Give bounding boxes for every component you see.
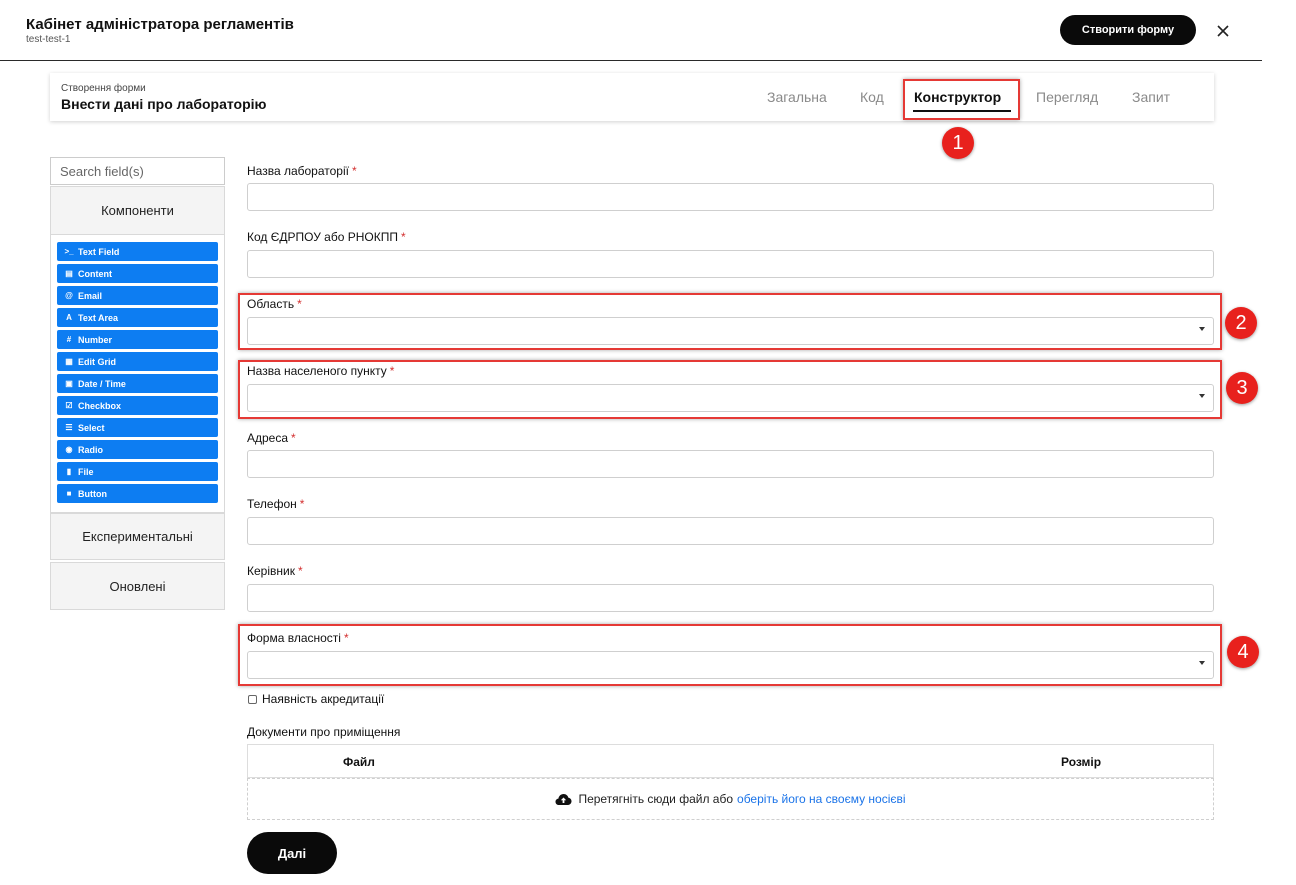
component-email[interactable]: @ Email [57,286,218,305]
close-icon[interactable] [1213,21,1233,41]
list-icon: ☰ [65,423,73,432]
cloud-upload-icon [555,793,572,806]
app-title: Кабінет адміністратора регламентів [26,16,294,33]
breadcrumb: Створення форми [61,83,146,94]
calendar-icon: ▣ [65,379,73,388]
annotation-badge-2: 2 [1225,307,1257,339]
edrpou-label: Код ЄДРПОУ або РНОКПП * [247,230,406,244]
component-label: Email [78,290,103,301]
component-label: Edit Grid [78,356,116,367]
search-fields-input[interactable]: Search field(s) [50,157,225,185]
documents-label: Документи про приміщення [247,725,401,739]
tab-code[interactable]: Код [860,89,884,105]
size-column-header: Розмір [1061,755,1102,769]
component-text-field[interactable]: >_ Text Field [57,242,218,261]
highlight-ownership-field [238,624,1222,686]
component-label: Date / Time [78,378,126,389]
component-text-area[interactable]: A Text Area [57,308,218,327]
annotation-badge-1: 1 [942,127,974,159]
grid-icon: ▦ [65,357,73,366]
lab-name-input[interactable] [247,183,1214,211]
component-edit-grid[interactable]: ▦ Edit Grid [57,352,218,371]
lab-name-label: Назва лабораторії * [247,164,357,178]
component-date-time[interactable]: ▣ Date / Time [57,374,218,393]
component-radio[interactable]: ◉ Radio [57,440,218,459]
component-number[interactable]: # Number [57,330,218,349]
radio-icon: ◉ [65,445,73,454]
component-label: Select [78,422,105,433]
tab-request[interactable]: Запит [1132,89,1170,105]
browse-file-link[interactable]: оберіть його на своєму носієві [737,792,906,806]
component-label: Checkbox [78,400,122,411]
component-label: Radio [78,444,104,455]
edrpou-input[interactable] [247,250,1214,278]
hash-icon: # [66,335,72,344]
address-input[interactable] [247,450,1214,478]
file-dropzone[interactable]: Перетягніть сюди файл або оберіть його н… [247,778,1214,820]
at-icon: @ [65,291,73,300]
updated-group-header[interactable]: Оновлені [50,562,225,610]
address-label: Адреса * [247,431,296,445]
dropzone-text: Перетягніть сюди файл або [578,792,734,806]
form-name: Внести дані про лабораторію [61,96,267,112]
file-table-header: Файл Розмір [247,744,1214,778]
create-form-button[interactable]: Створити форму [1060,15,1196,45]
accreditation-label: Наявність акредитації [262,692,385,706]
file-column-header: Файл [343,755,375,769]
component-content[interactable]: ▤ Content [57,264,218,283]
app-subtitle: test-test-1 [26,34,71,45]
terminal-icon: >_ [64,247,74,256]
component-button[interactable]: ■ Button [57,484,218,503]
component-checkbox[interactable]: ☑ Checkbox [57,396,218,415]
form-header-card: Створення форми Внести дані про лаборато… [50,73,1214,121]
next-button[interactable]: Далі [247,832,337,874]
tab-general[interactable]: Загальна [767,89,827,105]
phone-input[interactable] [247,517,1214,545]
components-list: >_ Text Field ▤ Content @ Email A Text A… [50,235,225,513]
head-label: Керівник * [247,564,303,578]
checkbox-icon: ☑ [65,401,73,410]
font-icon: A [66,313,72,322]
page: Кабінет адміністратора регламентів test-… [0,0,1296,885]
components-group-header[interactable]: Компоненти [50,186,225,235]
component-label: Content [78,268,112,279]
annotation-badge-4: 4 [1227,636,1259,668]
content-icon: ▤ [65,269,73,278]
tab-preview[interactable]: Перегляд [1036,89,1098,105]
file-icon: ▮ [66,467,72,476]
head-input[interactable] [247,584,1214,612]
component-label: File [78,466,94,477]
highlight-region-field [238,293,1222,350]
button-icon: ■ [66,489,72,498]
accreditation-checkbox[interactable] [248,695,257,704]
component-file[interactable]: ▮ File [57,462,218,481]
annotation-badge-3: 3 [1226,372,1258,404]
highlight-builder-tab [903,79,1020,120]
component-label: Text Field [78,246,120,257]
component-select[interactable]: ☰ Select [57,418,218,437]
top-header: Кабінет адміністратора регламентів test-… [0,0,1262,61]
component-label: Number [78,334,113,345]
highlight-settlement-field [238,360,1222,419]
phone-label: Телефон * [247,497,305,511]
component-label: Button [78,488,107,499]
component-label: Text Area [78,312,119,323]
experimental-group-header[interactable]: Експериментальні [50,513,225,560]
